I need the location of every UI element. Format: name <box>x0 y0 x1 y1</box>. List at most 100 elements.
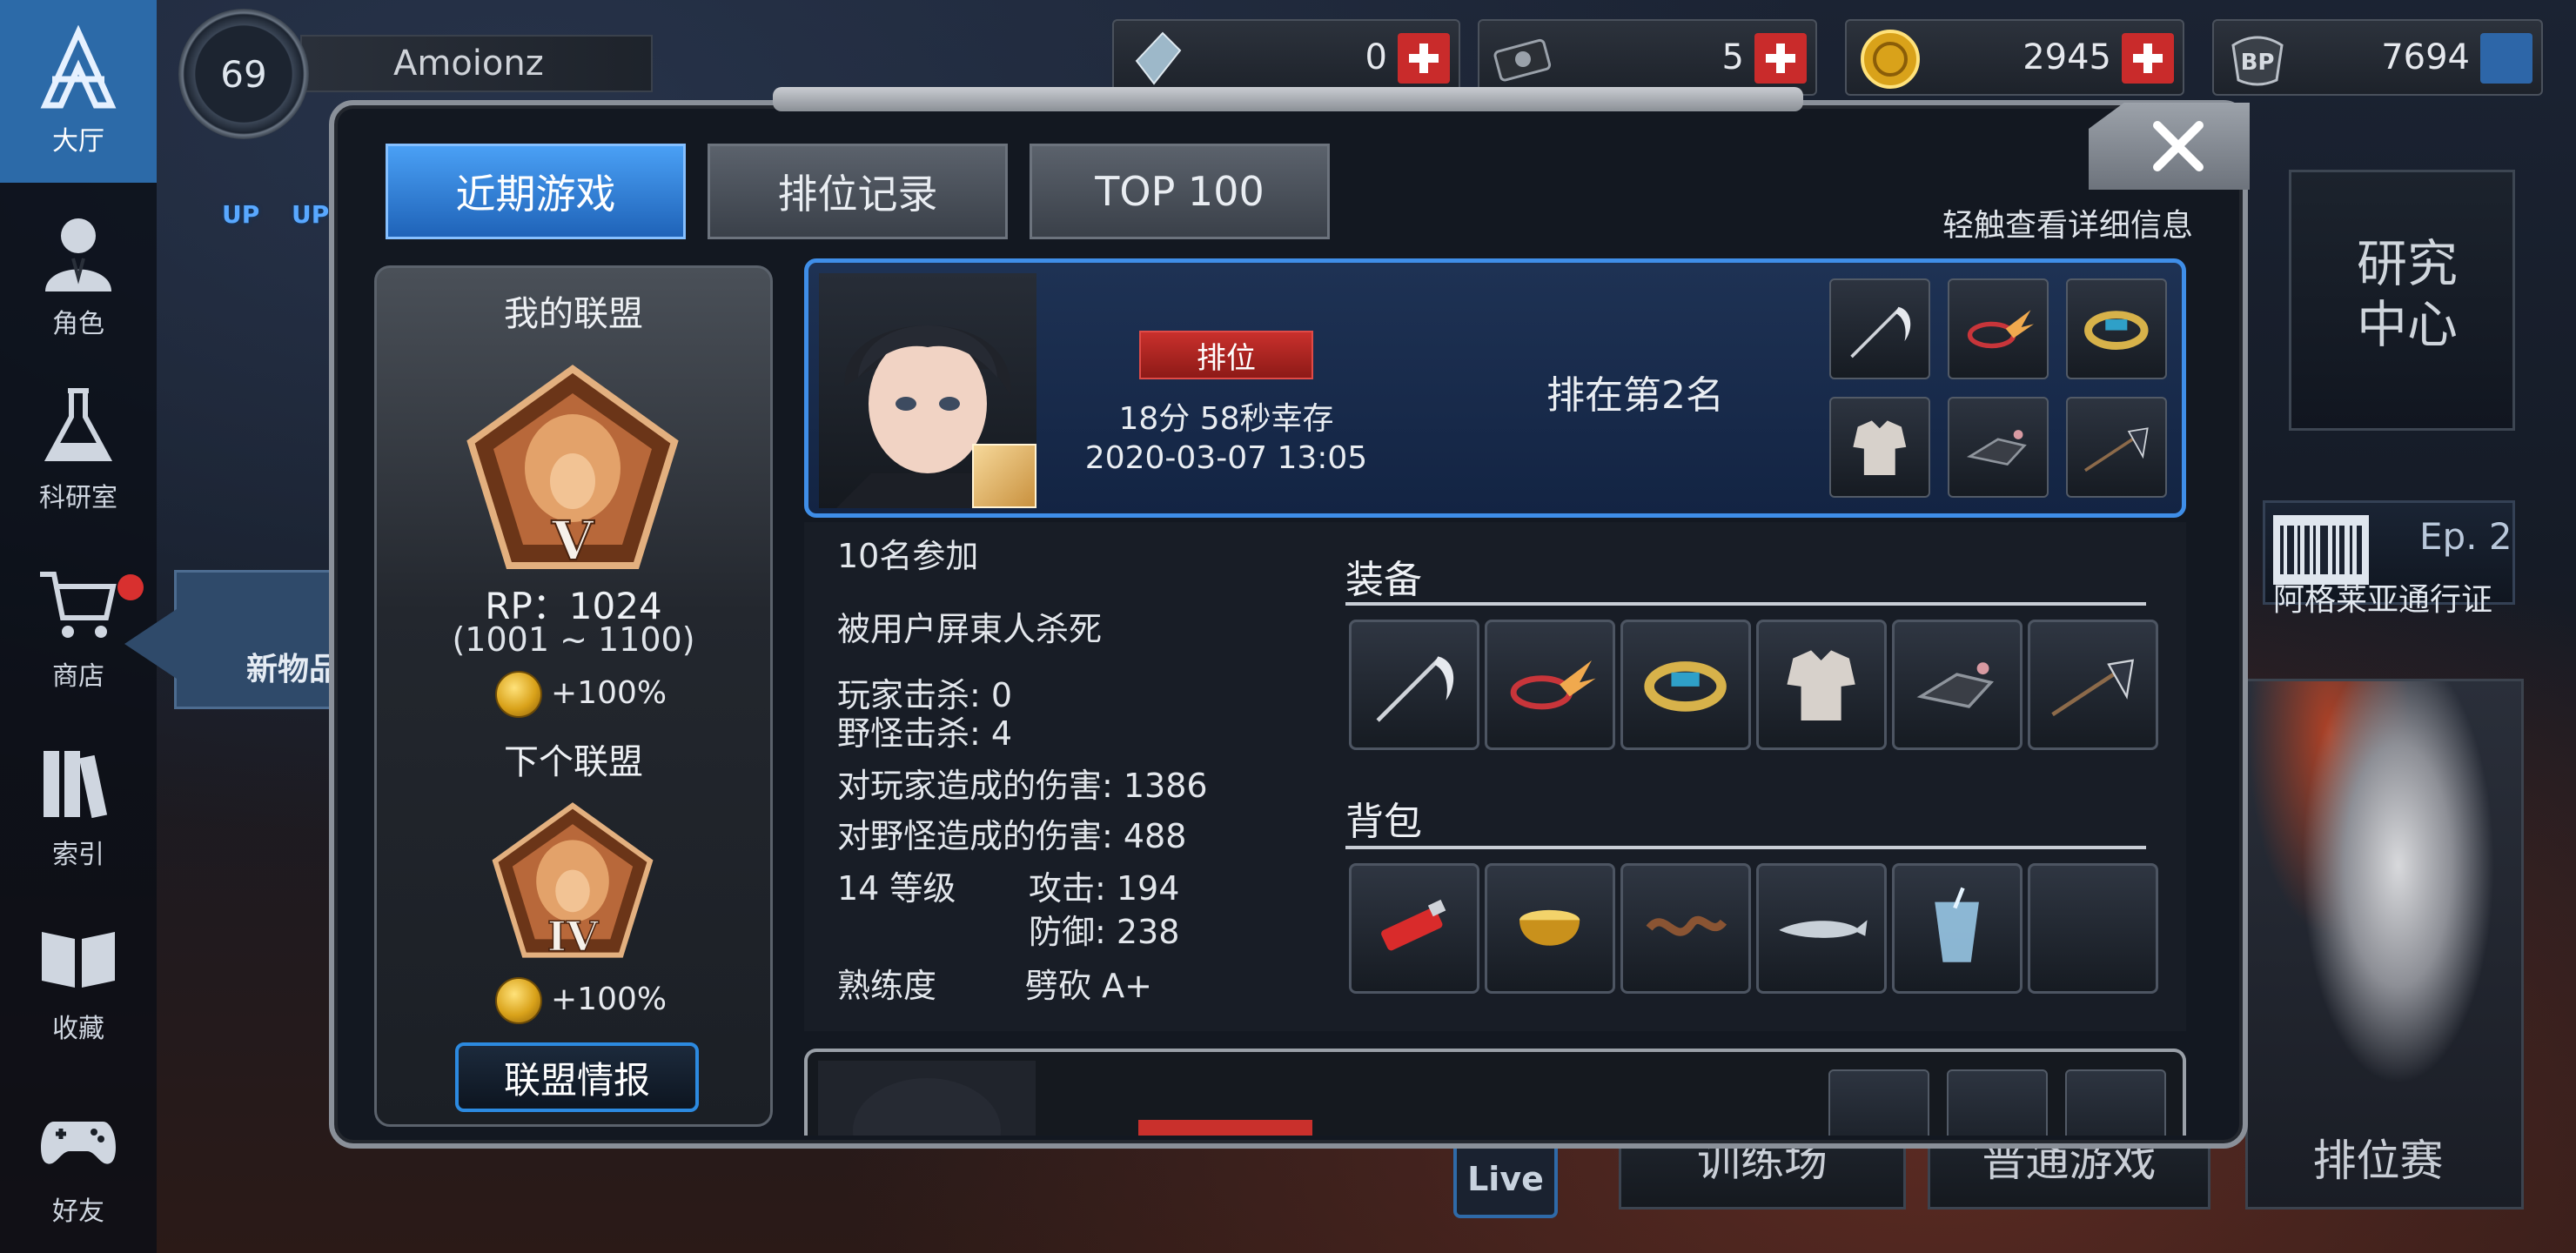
spear-flag-icon <box>2084 427 2149 472</box>
ranked-button[interactable]: 排位赛 <box>2237 1105 2519 1209</box>
equipment-slot[interactable] <box>1620 620 1751 750</box>
empty-slot[interactable] <box>2028 863 2158 994</box>
equip-slot <box>1948 397 2049 498</box>
match-card[interactable]: 排位 18分 58秒幸存 2020-03-07 13:05 排在第2名 <box>804 258 2186 518</box>
lion-badge-icon: IV <box>492 802 654 962</box>
cup-icon <box>1935 888 1980 963</box>
tap-detail-hint: 轻触查看详细信息 <box>1942 208 2193 244</box>
player-level: 69 <box>178 9 309 139</box>
nav-index[interactable]: 索引 <box>0 722 157 888</box>
resource-bp[interactable]: BP 7694 <box>2212 19 2543 96</box>
player-damage: 对玩家造成的伤害: 1386 <box>837 767 1208 805</box>
league-info-button[interactable]: 联盟情报 <box>455 1042 699 1112</box>
equip-slot <box>2066 278 2167 379</box>
tab-recent-games[interactable]: 近期游戏 <box>386 144 686 239</box>
match-card-2[interactable] <box>804 1049 2186 1136</box>
gauntlet-icon <box>1967 430 2027 466</box>
crystal-icon <box>1135 31 1182 85</box>
tab-top100[interactable]: TOP 100 <box>1030 144 1330 239</box>
wing-circlet-icon <box>1511 660 1596 710</box>
mode-tag: 排位 <box>1139 331 1313 379</box>
gauntlet-icon <box>1916 662 1995 709</box>
backpack-slot[interactable] <box>1349 863 1479 994</box>
scythe-icon <box>1850 306 1911 358</box>
nav-lab[interactable]: 科研室 <box>0 365 157 531</box>
character-avatar <box>819 273 1036 508</box>
nav-label: 收藏 <box>52 1014 104 1044</box>
rp-range: (1001 ~ 1100) <box>452 620 695 659</box>
divider <box>1345 846 2146 849</box>
nav-lobby[interactable]: 大厅 <box>0 0 157 183</box>
match-details: 10名参加 被用户屏東人杀死 玩家击杀: 0 野怪击杀: 4 对玩家造成的伤害:… <box>804 522 2186 1031</box>
resource-value: 5 <box>1721 37 1744 77</box>
add-crystal-button[interactable] <box>1398 33 1450 84</box>
my-league-title: 我的联盟 <box>504 294 643 334</box>
equipment-slot[interactable] <box>1892 620 2023 750</box>
nav-label: 角色 <box>52 309 104 339</box>
equipment-slot[interactable] <box>2028 620 2158 750</box>
player-name: Amoionz <box>300 35 653 92</box>
ticket-icon <box>1493 38 1552 82</box>
tier-label: V <box>551 509 594 573</box>
upgrade-badges: UP UP <box>209 165 331 252</box>
nav-label: 商店 <box>52 661 104 692</box>
live-button[interactable]: Live <box>1453 1140 1558 1218</box>
research-center-label: 研究中心 <box>2356 234 2458 354</box>
armor-icon <box>1787 650 1856 721</box>
equipment-title: 装备 <box>1345 558 1422 602</box>
resource-coin[interactable]: 2945 <box>1845 19 2184 96</box>
nav-label: 科研室 <box>39 483 117 513</box>
nav-collection[interactable]: 收藏 <box>0 896 157 1062</box>
nav-friends[interactable]: 好友 <box>0 1079 157 1244</box>
close-button[interactable] <box>2089 103 2250 190</box>
coin-icon <box>1861 30 1920 89</box>
gamepad-icon <box>41 1122 116 1164</box>
equipment-slot[interactable] <box>1756 620 1887 750</box>
backpack-slot[interactable] <box>1620 863 1751 994</box>
lion-badge-icon: V <box>466 365 679 573</box>
divider <box>1345 602 2146 606</box>
wing-circlet-icon <box>1968 310 2035 349</box>
backpack-title: 背包 <box>1345 800 1422 844</box>
tab-rank-records[interactable]: 排位记录 <box>708 144 1008 239</box>
proficiency-value: 劈砍 A+ <box>1025 967 1152 1005</box>
character-hair <box>853 1078 1001 1136</box>
season-pass-button[interactable]: Ep. 2 阿格莱亚通行证 <box>2263 461 2515 635</box>
bp-card-button[interactable] <box>2480 33 2532 84</box>
resource-value: 7694 <box>2381 37 2470 77</box>
resource-ticket[interactable]: 5 <box>1478 19 1817 96</box>
equipment-slot[interactable] <box>1349 620 1479 750</box>
pass-title: 阿格莱亚通行证 <box>2273 582 2493 618</box>
backpack-slot[interactable] <box>1892 863 2023 994</box>
coin-icon <box>495 671 542 718</box>
bracelet-icon <box>1644 661 1727 713</box>
equip-slot <box>2066 397 2167 498</box>
equip-slot <box>1948 278 2049 379</box>
add-coin-button[interactable] <box>2122 33 2174 84</box>
cart-icon <box>40 572 117 638</box>
current-league-bonus: +100% <box>551 675 667 711</box>
spear-flag-icon <box>2051 659 2135 717</box>
new-items-tag[interactable]: 新物品 <box>124 570 348 709</box>
resource-crystal[interactable]: 0 <box>1112 19 1460 96</box>
equipment-slot[interactable] <box>1485 620 1615 750</box>
match-datetime: 2020-03-07 13:05 <box>1084 440 1368 476</box>
next-tier-label: IV <box>547 913 600 961</box>
armor-icon <box>1853 420 1907 476</box>
nav-label: 索引 <box>52 840 104 870</box>
equip-slot <box>2065 1069 2166 1136</box>
add-ticket-button[interactable] <box>1754 33 1807 84</box>
backpack-slot[interactable] <box>1756 863 1887 994</box>
proficiency-label: 熟练度 <box>837 967 937 1005</box>
character-level: 14 等级 <box>837 869 956 908</box>
research-center-button[interactable]: 研究中心 <box>2289 170 2515 431</box>
next-league-title: 下个联盟 <box>504 742 643 782</box>
backpack-slot[interactable] <box>1485 863 1615 994</box>
bp-icon: BP <box>2231 36 2284 86</box>
mode-tag <box>1138 1120 1312 1136</box>
close-icon <box>2152 121 2204 171</box>
up-badge: UP <box>222 200 260 229</box>
character-avatar <box>818 1061 1036 1136</box>
nav-character[interactable]: 角色 <box>0 191 157 357</box>
flask-icon <box>44 388 113 461</box>
